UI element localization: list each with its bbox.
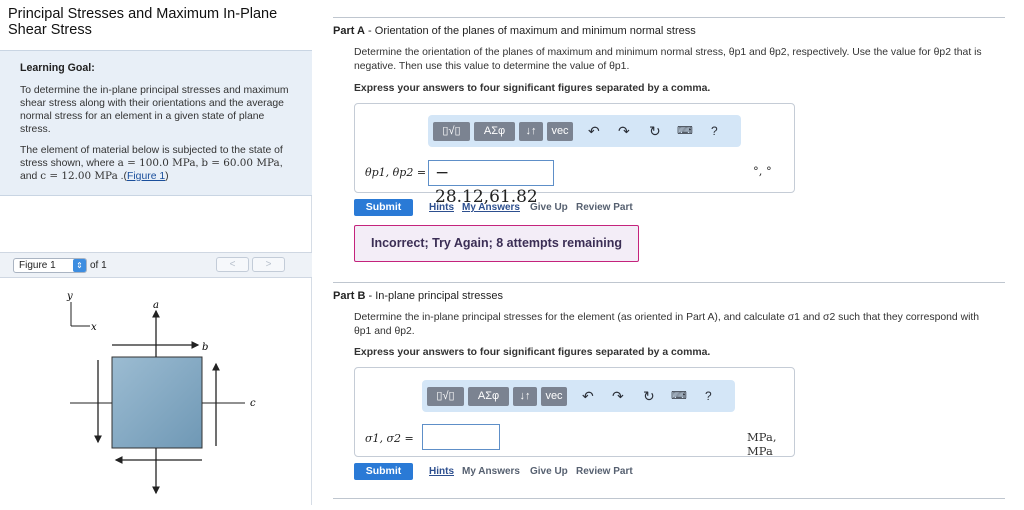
stress-element-diagram: y x a b c — [66, 291, 256, 495]
part-a-answer-box: ▯√▯ ΑΣφ ↓↑ vec ↶ ↷ ↻ ⌨ ? θp1, θp2 = − 28… — [354, 103, 795, 207]
figure-select[interactable]: Figure 1 ⇕ — [13, 258, 87, 273]
figure-count: of 1 — [90, 260, 107, 271]
problem-title: Principal Stresses and Maximum In-Plane … — [0, 0, 312, 50]
part-a-description-line1: Determine the orientation of the planes … — [354, 47, 982, 58]
part-b-units: MPa, MPa — [747, 430, 777, 458]
learning-goal-label: Learning Goal: — [20, 62, 95, 74]
next-figure-button[interactable]: > — [252, 257, 285, 272]
part-b-divider — [333, 282, 1005, 283]
part-a-instruction: Express your answers to four significant… — [354, 83, 711, 94]
part-b-my-answers-link[interactable]: My Answers — [462, 466, 520, 477]
vector-button[interactable]: vec — [541, 387, 567, 406]
stress-b-label: b — [202, 342, 208, 353]
figure-select-value: Figure 1 — [19, 260, 56, 271]
part-a-description-line2: negative. Then use this value to determi… — [354, 61, 630, 72]
subscript-button[interactable]: ↓↑ — [519, 122, 543, 141]
subscript-button[interactable]: ↓↑ — [513, 387, 537, 406]
keyboard-icon[interactable]: ⌨ — [671, 386, 687, 406]
main-content: Part A - Orientation of the planes of ma… — [333, 0, 1005, 505]
part-a-header: Part A - Orientation of the planes of ma… — [333, 25, 696, 37]
part-b-description-line1: Determine the in-plane principal stresse… — [354, 312, 980, 323]
part-a-feedback: Incorrect; Try Again; 8 attempts remaini… — [354, 225, 639, 262]
greek-button[interactable]: ΑΣφ — [468, 387, 509, 406]
part-b-description-line2: θp1 and θp2. — [354, 326, 415, 337]
redo-icon[interactable]: ↷ — [612, 386, 624, 406]
keyboard-icon[interactable]: ⌨ — [677, 121, 693, 141]
part-a-hints-link[interactable]: Hints — [429, 202, 454, 213]
y-axis-label: y — [66, 291, 73, 302]
undo-icon[interactable]: ↶ — [582, 386, 594, 406]
learning-goal-text: To determine the in-plane principal stre… — [20, 85, 289, 135]
greek-button[interactable]: ΑΣφ — [474, 122, 515, 141]
help-icon[interactable]: ? — [705, 386, 712, 406]
part-b-label: Part B — [333, 290, 366, 302]
part-a-submit-button[interactable]: Submit — [354, 199, 413, 216]
part-a-units: °, ° — [753, 164, 772, 178]
part-a-description: Determine the orientation of the planes … — [354, 46, 1004, 74]
templates-button[interactable]: ▯√▯ — [433, 122, 470, 141]
part-b-answer-box: ▯√▯ ΑΣφ ↓↑ vec ↶ ↷ ↻ ⌨ ? σ1, σ2 = MPa, M… — [354, 367, 795, 458]
redo-icon[interactable]: ↷ — [618, 121, 630, 141]
part-a-label: Part A — [333, 25, 365, 37]
c-value: c = 12.00 MPa — [40, 170, 118, 182]
figure-toolbar: Figure 1 ⇕ of 1 < > — [0, 252, 312, 278]
part-a-math-toolbar: ▯√▯ ΑΣφ ↓↑ vec ↶ ↷ ↻ ⌨ ? — [428, 115, 741, 147]
stress-a-label: a — [153, 300, 159, 311]
part-a-give-up-link[interactable]: Give Up — [530, 202, 568, 213]
part-a-title: Orientation of the planes of maximum and… — [374, 25, 696, 37]
part-a-variable-label: θp1, θp2 = — [365, 166, 427, 179]
part-b-header: Part B - In-plane principal stresses — [333, 290, 503, 302]
figure-link[interactable]: Figure 1 — [127, 171, 165, 182]
prev-figure-button[interactable]: < — [216, 257, 249, 272]
learning-goal-panel: Learning Goal: To determine the in-plane… — [0, 50, 312, 196]
part-b-review-part-link[interactable]: Review Part — [576, 466, 633, 477]
select-arrows-icon: ⇕ — [73, 259, 86, 272]
figure-panel: y x a b c — [0, 278, 312, 505]
x-axis-label: x — [91, 322, 97, 333]
reset-icon[interactable]: ↻ — [643, 386, 655, 406]
part-b-description: Determine the in-plane principal stresse… — [354, 311, 1004, 339]
part-b-instruction: Express your answers to four significant… — [354, 347, 711, 358]
bottom-divider — [333, 498, 1005, 499]
part-a-review-part-link[interactable]: Review Part — [576, 202, 633, 213]
help-icon[interactable]: ? — [711, 121, 718, 141]
part-b-title: In-plane principal stresses — [375, 290, 503, 302]
part-b-variable-label: σ1, σ2 = — [365, 432, 414, 445]
part-a-my-answers-link[interactable]: My Answers — [462, 202, 520, 213]
stress-c-label: c — [250, 398, 256, 409]
templates-button[interactable]: ▯√▯ — [427, 387, 464, 406]
undo-icon[interactable]: ↶ — [588, 121, 600, 141]
sidebar: Principal Stresses and Maximum In-Plane … — [0, 0, 312, 505]
part-b-math-toolbar: ▯√▯ ΑΣφ ↓↑ vec ↶ ↷ ↻ ⌨ ? — [422, 380, 735, 412]
a-value: a = 100.0 MPa — [117, 157, 196, 169]
part-a-answer-input[interactable]: − 28.12,61.82 — [428, 160, 554, 207]
element-description: The element of material below is subject… — [20, 145, 283, 182]
part-a-divider — [333, 17, 1005, 18]
b-value: b = 60.00 MPa — [201, 157, 280, 169]
part-b-answer-input[interactable] — [422, 424, 500, 450]
part-b-hints-link[interactable]: Hints — [429, 466, 454, 477]
vector-button[interactable]: vec — [547, 122, 573, 141]
part-b-give-up-link[interactable]: Give Up — [530, 466, 568, 477]
stress-element — [111, 356, 203, 449]
reset-icon[interactable]: ↻ — [649, 121, 661, 141]
part-b-submit-button[interactable]: Submit — [354, 463, 413, 480]
